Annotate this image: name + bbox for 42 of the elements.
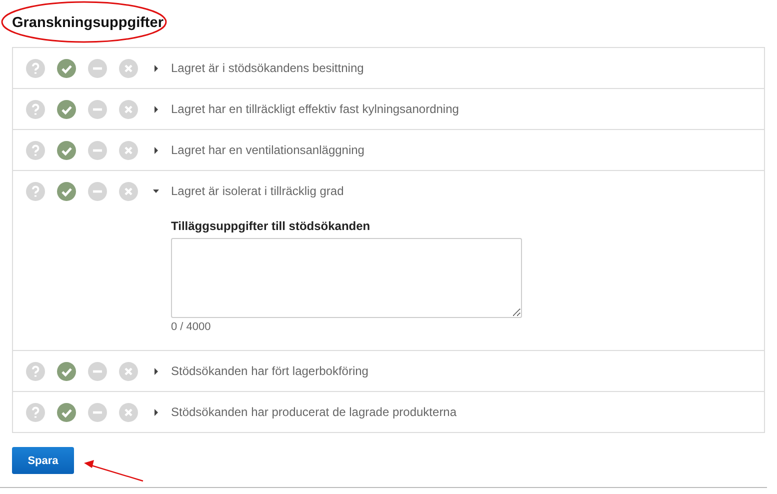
character-counter: 0 / 4000 <box>171 321 212 333</box>
check-icon[interactable] <box>57 140 76 160</box>
check-icon[interactable] <box>57 100 76 118</box>
minus-icon[interactable] <box>88 362 107 380</box>
caret-icon[interactable] <box>153 64 159 72</box>
question-icon[interactable] <box>26 402 45 422</box>
caret-icon[interactable] <box>153 106 159 112</box>
save-button[interactable]: Spara <box>12 447 74 474</box>
row-label: Lagret är isolerat i tillräcklig grad <box>171 184 344 198</box>
row-label: Stödsökanden har fört lagerbokföring <box>171 364 368 378</box>
close-icon[interactable] <box>119 362 138 380</box>
check-icon[interactable] <box>57 58 76 78</box>
caret-icon[interactable] <box>153 188 159 194</box>
row-label: Lagret har en ventilationsanläggning <box>171 143 364 157</box>
close-icon[interactable] <box>119 100 138 118</box>
question-icon[interactable] <box>26 182 45 200</box>
minus-icon[interactable] <box>88 402 107 422</box>
field-label: Tilläggsuppgifter till stödsökanden <box>171 219 372 233</box>
minus-icon[interactable] <box>88 140 107 160</box>
close-icon[interactable] <box>119 58 138 78</box>
caret-icon[interactable] <box>153 408 159 416</box>
question-icon[interactable] <box>26 362 45 380</box>
check-icon[interactable] <box>57 182 76 200</box>
minus-icon[interactable] <box>88 100 107 118</box>
caret-icon[interactable] <box>153 368 159 374</box>
minus-icon[interactable] <box>88 58 107 78</box>
row-label: Lagret har en tillräckligt effektiv fast kylningsanordning <box>171 102 459 116</box>
question-icon[interactable] <box>26 58 45 78</box>
close-icon[interactable] <box>119 140 138 160</box>
close-icon[interactable] <box>119 182 138 200</box>
page-title: Granskningsuppgifter <box>12 14 164 33</box>
check-icon[interactable] <box>57 402 76 422</box>
row-label: Stödsökanden har producerat de lagrade produkterna <box>171 405 457 419</box>
minus-icon[interactable] <box>88 182 107 200</box>
annotation-arrow <box>84 460 144 482</box>
check-icon[interactable] <box>57 362 76 380</box>
question-icon[interactable] <box>26 140 45 160</box>
input-field[interactable] <box>171 238 522 318</box>
caret-icon[interactable] <box>153 146 159 154</box>
close-icon[interactable] <box>119 402 138 422</box>
question-icon[interactable] <box>26 100 45 118</box>
row-label: Lagret är i stödsökandens besittning <box>171 61 364 75</box>
